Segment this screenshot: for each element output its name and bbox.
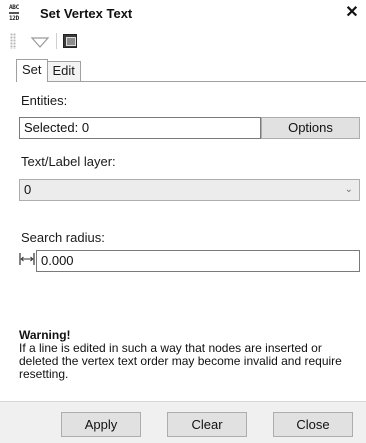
measure-distance-icon (19, 253, 35, 265)
tab-strip: Set Edit (16, 59, 81, 82)
warning-text: If a line is edited in such a way that n… (19, 341, 342, 381)
chevron-down-icon: ⌄ (344, 184, 353, 195)
tab-set[interactable]: Set (16, 59, 48, 82)
grip-icon[interactable] (10, 33, 16, 49)
search-radius-label: Search radius: (21, 230, 105, 245)
warning-message: Warning! If a line is edited in such a w… (19, 329, 359, 381)
layer-label: Text/Label layer: (21, 154, 116, 169)
window-title: Set Vertex Text (40, 6, 133, 21)
search-radius-input[interactable]: 0.000 (36, 250, 360, 272)
toolbar (0, 27, 366, 57)
tab-edit[interactable]: Edit (46, 61, 81, 81)
screen-icon[interactable] (63, 34, 77, 48)
apply-button[interactable]: Apply (61, 412, 141, 437)
layer-select[interactable]: 0 ⌄ (19, 179, 360, 201)
options-button[interactable]: Options (261, 117, 360, 139)
entities-label: Entities: (21, 93, 68, 108)
abc-123-app-icon: ABC 12D (9, 4, 19, 22)
layer-select-value: 0 (24, 182, 32, 197)
title-bar: ABC 12D Set Vertex Text ✕ (0, 0, 366, 27)
dialog-footer: Apply Clear Close (0, 401, 366, 443)
clear-button[interactable]: Clear (167, 412, 247, 437)
entities-selected-field[interactable]: Selected: 0 (19, 117, 261, 139)
close-window-button[interactable]: ✕ (344, 4, 360, 22)
toolbar-separator (56, 33, 57, 49)
close-icon: ✕ (345, 4, 359, 21)
dropdown-triangle-icon[interactable] (30, 35, 50, 49)
close-button[interactable]: Close (273, 412, 353, 437)
